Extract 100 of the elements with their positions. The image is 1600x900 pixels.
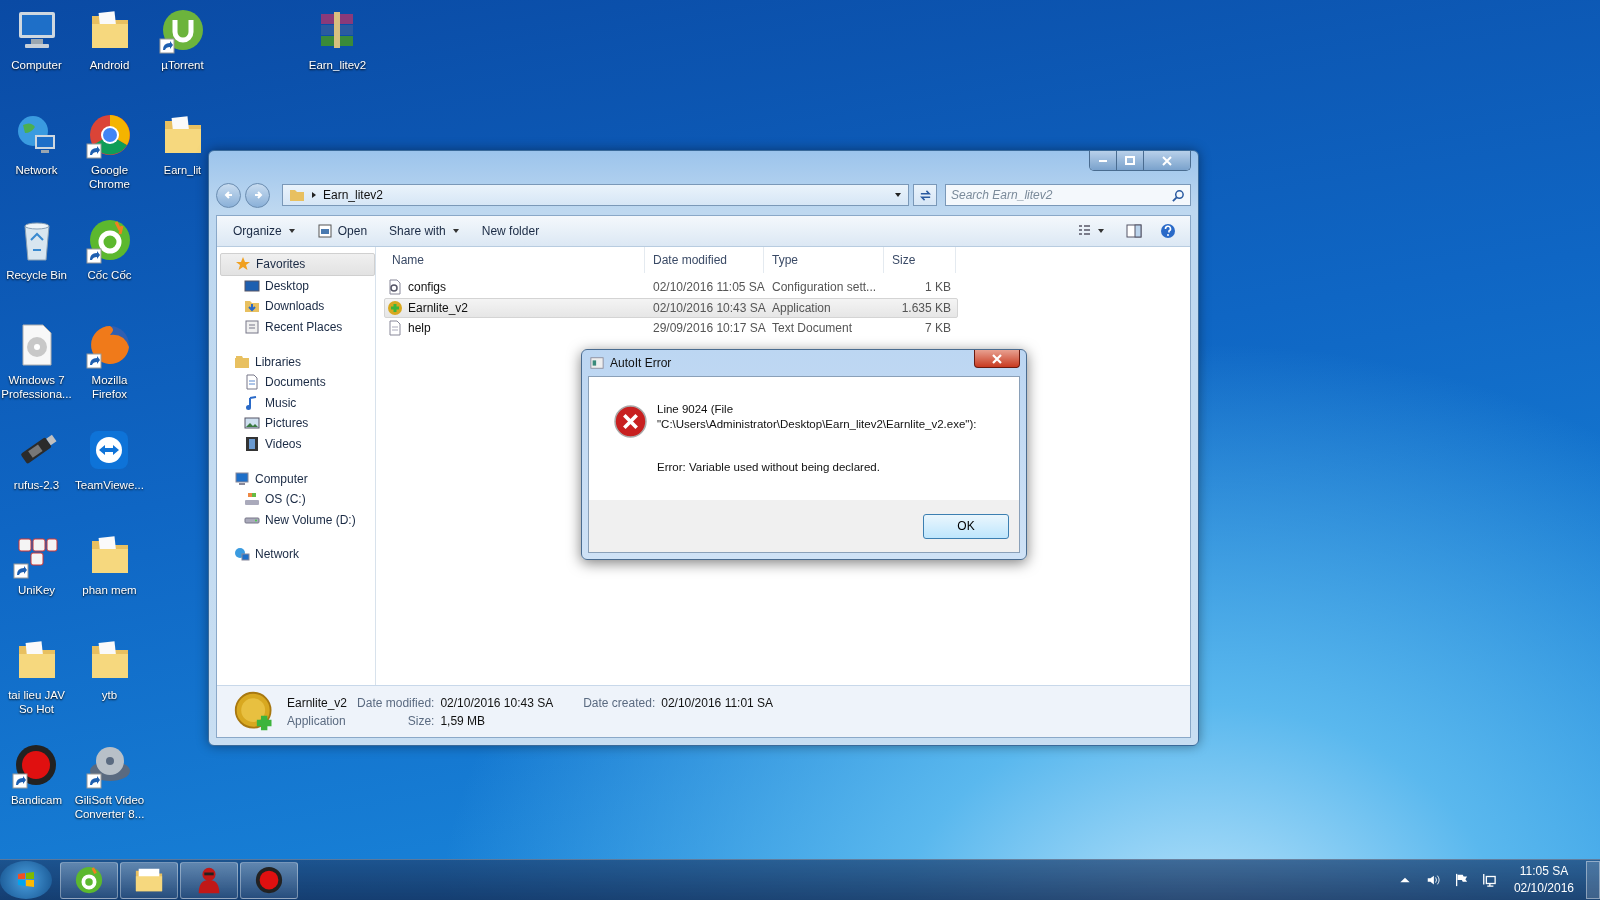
nav-item[interactable]: Music xyxy=(220,392,375,414)
nav-item[interactable]: Desktop xyxy=(220,275,375,297)
taskbar-app-button[interactable] xyxy=(180,861,238,899)
desktop-icon-label: Mozilla Firefox xyxy=(90,373,129,401)
desktop-shortcut[interactable]: Android xyxy=(85,6,134,72)
refresh-button[interactable] xyxy=(913,184,937,206)
desktop-shortcut[interactable]: Recycle Bin xyxy=(6,216,67,282)
desktop-shortcut[interactable]: Network xyxy=(12,111,61,177)
size-cell-text: 7 KB xyxy=(924,321,952,336)
size-cell-text: 1 KB xyxy=(924,280,952,295)
ring-logo-icon xyxy=(74,865,104,895)
column-header[interactable]: Date modified xyxy=(645,247,764,273)
close-button[interactable] xyxy=(974,350,1020,368)
dialog-title: AutoIt Error xyxy=(610,356,672,370)
desktop-shortcut[interactable]: Windows 7 Professiona... xyxy=(0,321,73,401)
back-button[interactable] xyxy=(216,182,241,208)
nav-item[interactable]: Favorites xyxy=(220,253,375,276)
search-field[interactable]: Search Earn_litev2 xyxy=(945,184,1191,206)
desktop-shortcut[interactable]: GiliSoft Video Converter 8... xyxy=(73,741,146,821)
help-icon xyxy=(1160,223,1176,239)
film-reel-icon xyxy=(89,747,130,781)
nav-item[interactable]: Computer xyxy=(220,468,375,489)
desktop-shortcut[interactable]: phan mem xyxy=(82,531,137,597)
file-name: configs xyxy=(385,279,646,296)
ok-button[interactable]: OK xyxy=(923,513,1009,539)
show-desktop-button[interactable] xyxy=(1586,861,1600,899)
coin-plus-icon xyxy=(387,299,403,316)
nav-item[interactable]: New Volume (D:) xyxy=(220,509,375,531)
desktop-icon-label: Earn_lit xyxy=(163,163,202,177)
caret-icon xyxy=(451,227,460,235)
maximize-button[interactable] xyxy=(1117,151,1144,170)
nav-item[interactable]: Videos xyxy=(220,433,375,455)
desktop-icon xyxy=(244,277,260,294)
taskbar-app-button[interactable] xyxy=(60,861,118,899)
error-message: Error: Variable used without being declared. xyxy=(657,461,881,473)
column-header[interactable]: Name xyxy=(384,247,645,273)
file-row[interactable]: help 29/09/2016 10:17 SA Text Document 7 KB xyxy=(384,318,958,339)
caret-icon xyxy=(287,227,296,235)
network-monitor-icon[interactable] xyxy=(1481,873,1496,887)
toolbar-button[interactable]: Share with xyxy=(381,221,468,241)
volume-icon[interactable] xyxy=(1425,873,1440,887)
desktop-shortcut[interactable]: Mozilla Firefox xyxy=(73,321,146,401)
date-cell-text: 02/10/2016 10:43 SA xyxy=(652,300,765,315)
nav-item[interactable]: Downloads xyxy=(220,296,375,317)
open-icon xyxy=(317,224,332,238)
nav-item[interactable]: Documents xyxy=(220,371,375,393)
clock[interactable]: 11:05 SA 02/10/2016 xyxy=(1503,863,1584,897)
desktop-icon-label: phan mem xyxy=(82,583,137,597)
desktop-icon-label: Computer xyxy=(11,58,62,72)
desktop-shortcut[interactable]: UniKey xyxy=(12,531,61,597)
nav-item[interactable]: Pictures xyxy=(220,413,375,434)
detail-label: Date modified: xyxy=(357,695,435,710)
file-row[interactable]: Earnlite_v2 02/10/2016 10:43 SA Application 1.635 KB xyxy=(384,297,958,319)
desktop-shortcut[interactable]: rufus-2.3 xyxy=(12,426,61,492)
toolbar-button[interactable]: Open xyxy=(309,221,376,241)
desktop-shortcut[interactable]: TeamViewe... xyxy=(75,426,144,492)
taskbar-app-button[interactable] xyxy=(240,861,298,899)
desktop-shortcut[interactable]: Earn_lit xyxy=(158,111,207,177)
detail-value: 02/10/2016 10:43 SA xyxy=(440,695,554,710)
nav-item[interactable]: OS (C:) xyxy=(220,488,375,510)
computer-icon xyxy=(234,470,250,487)
desktop-shortcut[interactable]: Earn_litev2 xyxy=(308,6,367,72)
desktop-shortcut[interactable]: Google Chrome xyxy=(73,111,146,191)
toolbar-button[interactable]: Organize xyxy=(225,221,304,241)
desktop-icon-label: Android xyxy=(89,58,130,72)
breadcrumb-arrow-icon xyxy=(310,191,318,199)
folder-icon xyxy=(289,187,305,203)
file-name: Earnlite_v2 xyxy=(287,695,348,710)
column-header[interactable]: Type xyxy=(764,247,884,273)
address-bar[interactable]: Earn_litev2 xyxy=(282,184,909,206)
file-row[interactable]: configs 02/10/2016 11:05 SA Configuration sett... 1 KB xyxy=(384,277,958,298)
nav-item[interactable]: Network xyxy=(220,544,375,565)
nav-item[interactable]: Libraries xyxy=(220,351,375,372)
error-location-text: Line 9024 (File xyxy=(657,402,735,417)
picture-icon xyxy=(244,415,260,432)
desktop-shortcut[interactable]: ytb xyxy=(85,636,134,702)
minimize-icon xyxy=(1099,159,1107,162)
desktop-icon-label: rufus-2.3 xyxy=(13,478,60,492)
desktop-icon-label: µTorrent xyxy=(161,58,204,72)
preview-pane-icon xyxy=(1126,224,1142,238)
nav-item[interactable]: Recent Places xyxy=(220,316,375,338)
desktop-shortcut[interactable]: µTorrent xyxy=(158,6,207,72)
desktop-icon-label: ytb xyxy=(101,688,118,702)
file-type: Application xyxy=(287,713,347,728)
column-header[interactable]: Size xyxy=(884,247,956,273)
forward-button[interactable] xyxy=(245,182,270,208)
desktop-icon-label: Bandicam xyxy=(10,793,63,807)
desktop-icon-label: Network xyxy=(15,163,58,177)
desktop-shortcut[interactable]: Cốc Cốc xyxy=(85,216,134,282)
settings-file-icon xyxy=(387,279,403,296)
desktop-shortcut[interactable]: Computer xyxy=(11,6,62,72)
desktop-shortcut[interactable]: tai lieu JAV So Hot xyxy=(0,636,73,716)
desktop-shortcut[interactable]: Bandicam xyxy=(10,741,63,807)
toolbar-button[interactable]: New folder xyxy=(473,221,548,241)
start-button[interactable] xyxy=(0,861,52,899)
type-cell-text: Configuration sett... xyxy=(771,280,878,295)
flag-icon[interactable] xyxy=(1453,873,1468,887)
taskbar-app-button[interactable] xyxy=(120,861,178,899)
date-cell-text: 29/09/2016 10:17 SA xyxy=(652,321,765,336)
minimize-button[interactable] xyxy=(1090,151,1117,170)
